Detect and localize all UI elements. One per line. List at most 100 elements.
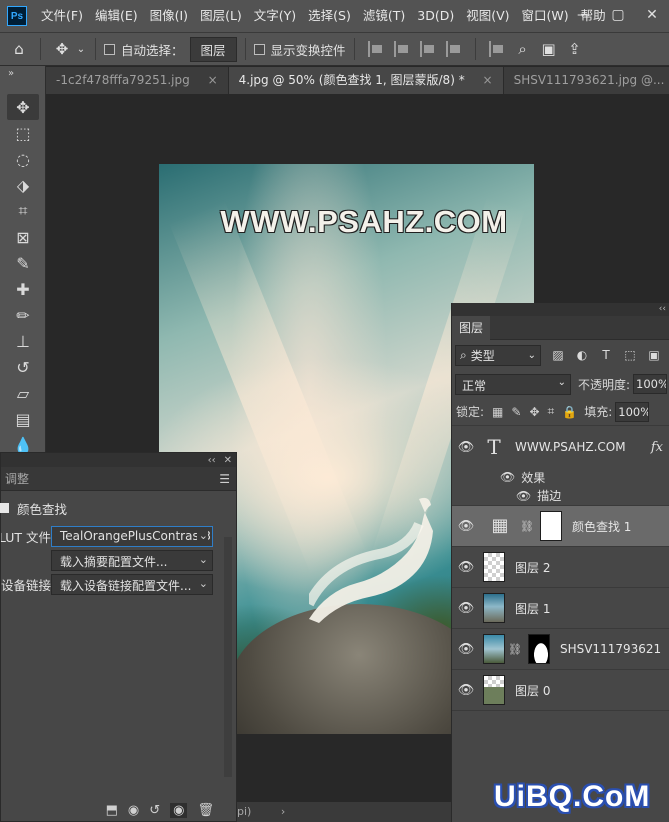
adjustment-name: 颜色查找 (17, 501, 68, 517)
tab-doc-2[interactable]: 4.jpg @ 50% (颜色查找 1, 图层蒙版/8) * × (228, 67, 504, 94)
lut-file-dropdown[interactable]: TealOrangePlusContrast3... ⌄ (51, 525, 213, 547)
collapse-icon[interactable]: ‹‹ (659, 304, 666, 314)
layer-mask-thumbnail[interactable] (527, 634, 550, 664)
clip-to-layer-icon[interactable]: ⬒ (106, 803, 118, 818)
show-transform-checkbox[interactable] (253, 43, 265, 55)
eye-icon[interactable]: 👁 (452, 683, 480, 698)
align-right-icon[interactable] (419, 41, 436, 57)
eye-icon[interactable]: 👁 (452, 560, 480, 575)
brush-tool-icon[interactable]: ✏ (7, 302, 39, 328)
eyedropper-tool-icon[interactable]: ✎ (7, 250, 39, 276)
link-icon[interactable]: ⛓ (508, 643, 522, 656)
menu-layer[interactable]: 图层(L) (194, 0, 248, 32)
crop-tool-icon[interactable]: ⌗ (7, 198, 39, 224)
collapse-grip-icon[interactable]: » (0, 66, 45, 94)
eye-icon[interactable]: 👁 (452, 440, 480, 455)
opacity-field[interactable]: 100% (633, 374, 668, 394)
tab-doc-1[interactable]: -1c2f478fffa79251.jpg × (46, 67, 229, 94)
stamp-tool-icon[interactable]: ⊥ (7, 328, 39, 354)
menu-filter[interactable]: 滤镜(T) (357, 0, 411, 32)
frame-tool-icon[interactable]: ⊠ (7, 224, 39, 250)
tab-adjustments[interactable]: 调整 (1, 467, 33, 491)
filter-pixel-icon[interactable]: ▨ (551, 349, 565, 361)
filter-type-icon[interactable]: T (599, 349, 613, 361)
share-icon[interactable]: ⇪ (562, 40, 588, 58)
chevron-right-icon[interactable]: › (281, 805, 285, 818)
visibility-eye-icon[interactable]: ◉ (170, 802, 188, 818)
eye-icon[interactable]: 👁 (452, 642, 480, 657)
filter-kind-dropdown[interactable]: ⌕ 类型 ⌄ (455, 344, 541, 366)
layer-row-text[interactable]: 👁 T WWW.PSAHZ.COM fx (452, 426, 669, 468)
menu-select[interactable]: 选择(S) (302, 0, 357, 32)
fill-field[interactable]: 100% (615, 401, 650, 422)
lock-position-icon[interactable]: ✥ (529, 405, 539, 419)
eraser-tool-icon[interactable]: ▱ (7, 380, 39, 406)
lock-all-icon[interactable]: 🔒 (562, 405, 577, 419)
healing-brush-tool-icon[interactable]: ✚ (7, 276, 39, 302)
view-previous-icon[interactable]: ◉ (128, 803, 139, 818)
align-center-icon[interactable] (393, 41, 410, 57)
blend-mode-dropdown[interactable]: 正常 ⌄ (455, 373, 571, 395)
layer-mask-thumbnail[interactable] (539, 511, 562, 541)
device-link-dropdown[interactable]: 载入设备链接配置文件... ⌄ (51, 573, 213, 595)
lasso-tool-icon[interactable]: ◌ (7, 146, 39, 172)
menu-image[interactable]: 图像(I) (144, 0, 194, 32)
menu-edit[interactable]: 编辑(E) (89, 0, 144, 32)
menu-view[interactable]: 视图(V) (460, 0, 515, 32)
minimize-icon[interactable]: — (567, 0, 601, 30)
fx-icon[interactable]: fx (651, 440, 663, 455)
close-panel-icon[interactable]: ✕ (224, 455, 232, 466)
search-icon[interactable]: ⌕ (510, 40, 536, 58)
menu-window[interactable]: 窗口(W) (516, 0, 575, 32)
object-select-tool-icon[interactable]: ⬗ (7, 172, 39, 198)
abstract-dropdown[interactable]: 载入摘要配置文件... ⌄ (51, 549, 213, 571)
menu-3d[interactable]: 3D(D) (411, 0, 460, 32)
effects-row[interactable]: 👁 效果 (452, 468, 669, 486)
layer-row-layer-2[interactable]: 👁 图层 2 (452, 547, 669, 588)
lock-transparent-icon[interactable]: ▦ (492, 405, 503, 419)
close-tab-icon[interactable]: × (483, 73, 493, 87)
home-icon[interactable]: ⌂ (6, 40, 32, 58)
auto-select-dropdown[interactable]: 图层 (189, 36, 237, 62)
stroke-effect-row[interactable]: 👁 描边 (452, 486, 669, 506)
layer-row-shsv[interactable]: 👁 ⛓ SHSV111793621 (452, 629, 669, 670)
history-brush-tool-icon[interactable]: ↺ (7, 354, 39, 380)
restore-icon[interactable]: ▢ (601, 0, 635, 30)
reset-icon[interactable]: ↺ (149, 803, 160, 818)
auto-select-checkbox[interactable] (104, 43, 115, 55)
eye-icon[interactable]: 👁 (500, 470, 515, 484)
tab-doc-3[interactable]: SHSV111793621.jpg @... (504, 67, 669, 94)
align-left-icon[interactable] (367, 41, 384, 57)
gradient-tool-icon[interactable]: ▤ (7, 406, 39, 432)
lock-image-icon[interactable]: ✎ (511, 405, 521, 419)
eye-icon[interactable]: 👁 (452, 601, 480, 616)
move-tool-icon[interactable]: ✥ (7, 94, 39, 120)
delete-icon[interactable]: 🗑 (197, 803, 214, 818)
align-top-icon[interactable] (488, 41, 505, 57)
collapse-icon[interactable]: ‹‹ (208, 455, 216, 466)
marquee-tool-icon[interactable]: ⬚ (7, 120, 39, 146)
layer-row-layer-0[interactable]: 👁 图层 0 (452, 670, 669, 711)
filter-smart-object-icon[interactable]: ▣ (647, 349, 661, 361)
eye-icon[interactable]: 👁 (452, 519, 480, 534)
distribute-icon[interactable] (445, 41, 462, 57)
menu-type[interactable]: 文字(Y) (248, 0, 302, 32)
workspace-icon[interactable]: ▣ (536, 40, 562, 58)
layer-row-layer-1[interactable]: 👁 图层 1 (452, 588, 669, 629)
layer-row-color-lookup[interactable]: 👁 ▦ ⛓ 颜色查找 1 (452, 506, 669, 547)
tab-layers[interactable]: 图层 (452, 316, 491, 340)
scrollbar[interactable] (224, 537, 232, 777)
canvas-watermark-text: WWW.PSAHZ.COM (220, 204, 508, 239)
filter-shape-icon[interactable]: ⬚ (623, 349, 637, 361)
move-tool-icon[interactable]: ✥ (49, 40, 75, 58)
close-window-icon[interactable]: ✕ (635, 0, 669, 30)
lock-artboard-icon[interactable]: ⌗ (548, 404, 555, 419)
filter-adjustment-icon[interactable]: ◐ (575, 349, 589, 361)
menu-file[interactable]: 文件(F) (35, 0, 89, 32)
layer-name: SHSV111793621 (559, 642, 662, 656)
eye-icon[interactable]: 👁 (516, 489, 531, 503)
chevron-down-icon[interactable]: ⌄ (75, 44, 87, 55)
link-icon[interactable]: ⛓ (520, 520, 534, 533)
panel-menu-icon[interactable]: ☰ (219, 472, 236, 486)
close-tab-icon[interactable]: × (208, 73, 218, 87)
